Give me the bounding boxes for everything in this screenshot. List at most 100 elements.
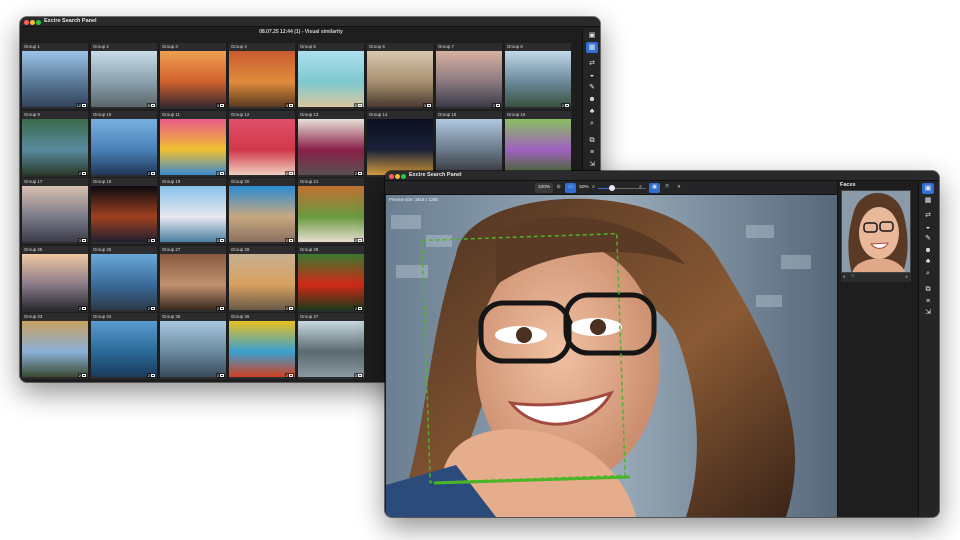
people-icon[interactable]: ♣ [586, 106, 598, 117]
close-window-button[interactable] [389, 174, 394, 179]
group-thumbnail[interactable] [505, 118, 571, 175]
face-frame-icon[interactable]: ⤧ [662, 183, 672, 193]
group-thumbnail[interactable] [160, 51, 226, 107]
group-thumbnail[interactable] [22, 118, 88, 175]
group-thumbnail[interactable] [22, 186, 88, 242]
group-cell[interactable]: Group 21 2 [298, 178, 364, 244]
export-icon[interactable]: ⇲ [922, 307, 934, 318]
group-cell[interactable]: Group 9 2 [22, 110, 88, 177]
group-cell[interactable]: Group 19 2 [160, 178, 226, 244]
face-icon[interactable]: ☻ [922, 245, 934, 256]
group-cell[interactable]: Group 20 2 [229, 178, 295, 244]
group-cell[interactable]: Group 17 3 [22, 178, 88, 244]
group-thumbnail[interactable] [229, 118, 295, 175]
group-cell[interactable]: Group 18 2 [91, 178, 157, 244]
grid-overlay-icon[interactable]: # [674, 183, 684, 193]
color-search-icon[interactable]: ◒ [586, 70, 598, 81]
group-cell[interactable]: Group 10 2 [91, 110, 157, 177]
group-thumbnail[interactable] [91, 253, 157, 310]
group-cell[interactable]: Group 1 12 [22, 43, 88, 109]
group-cell[interactable]: Group 12 2 [229, 110, 295, 177]
group-thumbnail[interactable] [298, 321, 364, 377]
group-cell[interactable]: Group 35 2 [160, 313, 226, 379]
minimize-window-button[interactable] [395, 174, 400, 179]
face-search-icon[interactable]: ⌕ [905, 274, 908, 280]
similar-search-icon[interactable]: ⇄ [586, 58, 598, 69]
group-thumbnail[interactable] [505, 51, 571, 107]
group-thumbnail[interactable] [229, 321, 295, 377]
group-thumbnail[interactable] [91, 186, 157, 242]
sort-icon[interactable]: ≡ [586, 147, 598, 158]
fit-to-window-icon[interactable]: ▭ [565, 183, 576, 193]
group-cell[interactable]: Group 152 [436, 110, 502, 177]
zoom-out-icon[interactable]: ⌕ [590, 183, 597, 193]
close-window-button[interactable] [24, 20, 29, 25]
zoom-slider-knob[interactable] [609, 185, 616, 191]
export-icon[interactable]: ⇲ [586, 159, 598, 170]
zoom-in-icon[interactable]: ⌕ [637, 183, 644, 193]
group-thumbnail[interactable] [22, 253, 88, 310]
layout-grid-icon[interactable]: ▦ [922, 195, 934, 206]
group-thumbnail[interactable] [298, 186, 364, 242]
group-thumbnail[interactable] [22, 51, 88, 107]
group-thumbnail[interactable] [436, 118, 502, 175]
group-thumbnail[interactable] [436, 51, 502, 107]
layout-single-icon[interactable]: ▣ [922, 183, 934, 194]
similar-search-icon[interactable]: ⇄ [922, 210, 934, 221]
group-thumbnail[interactable] [229, 51, 295, 107]
tag-icon[interactable]: ✎ [922, 233, 934, 244]
layout-single-icon[interactable]: ▣ [586, 30, 598, 41]
group-cell[interactable]: Group 3 3 [160, 43, 226, 109]
view-mode-icon[interactable]: ▣ [649, 183, 660, 193]
group-cell[interactable]: Group 36 2 [229, 313, 295, 379]
group-thumbnail[interactable] [91, 321, 157, 377]
group-cell[interactable]: Group 2 6 [91, 43, 157, 109]
group-thumbnail[interactable] [160, 118, 226, 175]
zoom-100-button[interactable]: 100% [535, 183, 553, 193]
search-icon[interactable]: ⌕ [922, 268, 934, 279]
duplicates-icon[interactable]: ⧉ [922, 284, 934, 295]
group-cell[interactable]: Group 37 2 [298, 313, 364, 379]
group-cell[interactable]: Group 162 [505, 110, 571, 177]
group-thumbnail[interactable] [160, 321, 226, 377]
group-cell[interactable]: Group 5 2 [298, 43, 364, 109]
zoom-window-button[interactable] [401, 174, 406, 179]
group-thumbnail[interactable] [22, 321, 88, 377]
group-cell[interactable]: Group 34 2 [91, 313, 157, 379]
group-thumbnail[interactable] [91, 51, 157, 107]
group-thumbnail[interactable] [298, 253, 364, 310]
duplicates-icon[interactable]: ⧉ [586, 135, 598, 146]
face-thumbnail[interactable] [841, 190, 911, 273]
face-icon[interactable]: ☻ [586, 94, 598, 105]
sort-icon[interactable]: ≡ [922, 296, 934, 307]
group-cell[interactable]: Group 7 2 [436, 43, 502, 109]
group-thumbnail[interactable] [160, 186, 226, 242]
group-cell[interactable]: Group 142 [367, 110, 433, 177]
minimize-window-button[interactable] [30, 20, 35, 25]
group-thumbnail[interactable] [160, 253, 226, 310]
people-icon[interactable]: ♣ [922, 256, 934, 267]
group-cell[interactable]: Group 8 2 [505, 43, 571, 109]
color-search-icon[interactable]: ◒ [922, 222, 934, 233]
group-thumbnail[interactable] [298, 118, 364, 175]
group-cell[interactable]: Group 29 2 [298, 245, 364, 312]
group-thumbnail[interactable] [229, 186, 295, 242]
group-cell[interactable]: Group 27 2 [160, 245, 226, 312]
layout-grid-icon[interactable]: ▦ [586, 42, 598, 53]
group-cell[interactable]: Group 25 2 [22, 245, 88, 312]
group-thumbnail[interactable] [229, 253, 295, 310]
group-thumbnail[interactable] [91, 118, 157, 175]
group-thumbnail[interactable] [367, 118, 433, 175]
group-cell[interactable]: Group 26 2 [91, 245, 157, 312]
zoom-window-button[interactable] [36, 20, 41, 25]
group-cell[interactable]: Group 4 3 [229, 43, 295, 109]
group-thumbnail[interactable] [367, 51, 433, 107]
group-cell[interactable]: Group 33 2 [22, 313, 88, 379]
face-frame-icon[interactable]: ⤧ [851, 274, 855, 280]
zoom-reset-icon[interactable]: ⊙ [554, 183, 563, 193]
tag-icon[interactable]: ✎ [586, 82, 598, 93]
group-cell[interactable]: Group 13 2 [298, 110, 364, 177]
group-cell[interactable]: Group 28 2 [229, 245, 295, 312]
image-preview[interactable]: Preview size: 1919 x 1280 [386, 195, 837, 517]
face-info-icon[interactable]: ◐ [843, 274, 846, 280]
